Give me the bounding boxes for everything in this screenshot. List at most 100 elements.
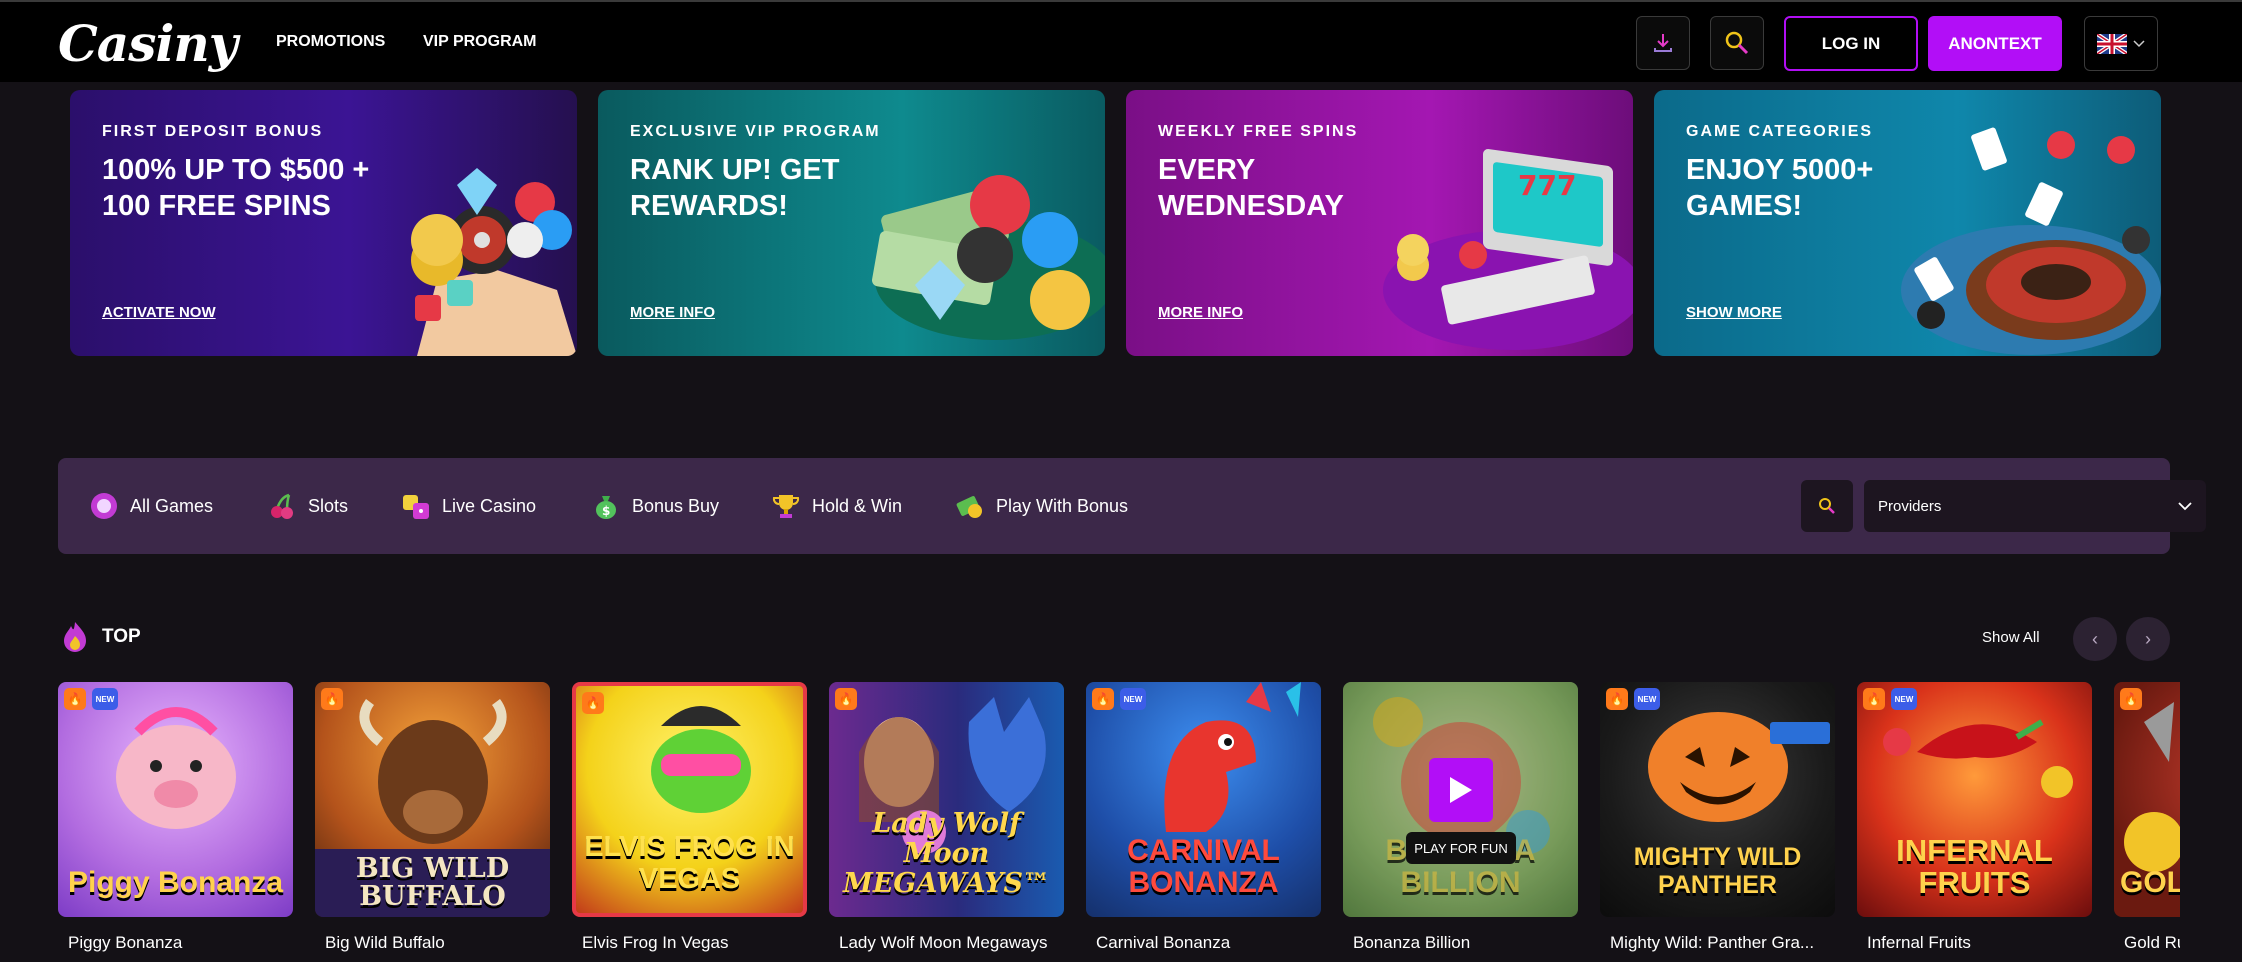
banner-vip-program[interactable]: EXCLUSIVE VIP PROGRAM RANK UP! GET REWAR…	[598, 90, 1105, 356]
section-title-label: TOP	[102, 626, 141, 647]
banner-headline: 100% UP TO $500 + 100 FREE SPINS	[102, 154, 370, 222]
banner-headline: RANK UP! GET REWARDS!	[630, 154, 840, 222]
game-name[interactable]: Lady Wolf Moon Megaways	[839, 933, 1064, 953]
hot-badge-icon: 🔥	[2120, 688, 2142, 710]
more-info-link[interactable]: MORE INFO	[630, 304, 715, 321]
casiny-logo[interactable]: Casiny	[58, 14, 238, 73]
game-art-title: CARNIVAL BONANZA	[1127, 834, 1280, 899]
svg-text:$: $	[602, 504, 610, 518]
more-info-link[interactable]: MORE INFO	[1158, 304, 1243, 321]
game-art-title: BIG WILD BUFFALO	[315, 849, 550, 917]
game-art-title: MIGHTY WILD PANTHER	[1633, 843, 1802, 899]
category-label: All Games	[130, 495, 214, 516]
category-slots[interactable]: Slots	[266, 488, 348, 524]
show-all-link[interactable]: Show All	[1982, 629, 2040, 646]
game-art-title: INFERNAL FRUITS	[1896, 833, 2053, 900]
chevron-down-icon	[2178, 501, 2192, 510]
game-name[interactable]: Gold Ru	[2124, 933, 2180, 953]
banner-first-deposit[interactable]: FIRST DEPOSIT BONUS 100% UP TO $500 + 10…	[70, 90, 577, 356]
game-search-button[interactable]	[1801, 480, 1853, 532]
game-tile[interactable]: Piggy Bonanza 🔥 NEW Piggy Bonanza	[58, 682, 293, 953]
bonus-ticket-icon	[954, 490, 986, 522]
poker-chip-icon	[88, 490, 120, 522]
svg-text:777: 777	[1518, 169, 1576, 202]
search-button[interactable]	[1710, 16, 1764, 70]
trophy-icon	[770, 490, 802, 522]
game-art-title: ELVIS FROG IN VEGAS	[584, 831, 795, 895]
nav-promotions[interactable]: PROMOTIONS	[276, 33, 385, 51]
banner-kicker: FIRST DEPOSIT BONUS	[102, 123, 324, 140]
new-badge: NEW	[1891, 688, 1917, 710]
game-thumbnail[interactable]: INFERNAL FRUITS 🔥 NEW	[1857, 682, 2092, 917]
game-tile[interactable]: BONANZA BILLION PLAY FOR FUN Bonanza Bil…	[1343, 682, 1578, 953]
providers-label: Providers	[1878, 497, 1942, 515]
banner-kicker: EXCLUSIVE VIP PROGRAM	[630, 123, 881, 140]
download-button[interactable]	[1636, 16, 1690, 70]
game-name[interactable]: Elvis Frog In Vegas	[582, 933, 807, 953]
new-badge: NEW	[1120, 688, 1146, 710]
hot-badge-icon: 🔥	[582, 692, 604, 714]
game-art-title: GOL	[2120, 866, 2180, 899]
category-label: Live Casino	[442, 495, 537, 516]
carousel-next-button[interactable]: ›	[2126, 617, 2170, 661]
game-tile[interactable]: CARNIVAL BONANZA 🔥 NEW Carnival Bonanza	[1086, 682, 1321, 953]
hot-badge-icon: 🔥	[1092, 688, 1114, 710]
section-title-top: TOP	[60, 620, 141, 654]
banner-kicker: GAME CATEGORIES	[1686, 123, 1874, 140]
game-thumbnail[interactable]: BIG WILD BUFFALO 🔥	[315, 682, 550, 917]
category-hold-and-win[interactable]: Hold & Win	[770, 488, 902, 524]
game-thumbnail[interactable]: GOL 🔥	[2114, 682, 2180, 917]
game-tile[interactable]: MIGHTY WILD PANTHER 🔥 NEW Mighty Wild: P…	[1600, 682, 1835, 953]
search-icon	[1725, 31, 1749, 55]
game-thumbnail[interactable]: MIGHTY WILD PANTHER 🔥 NEW	[1600, 682, 1835, 917]
category-all-games[interactable]: All Games	[88, 488, 213, 524]
search-icon	[1819, 498, 1835, 514]
register-button[interactable]: ANONTEXT	[1928, 16, 2062, 71]
flame-icon	[64, 622, 86, 652]
login-button[interactable]: LOG IN	[1784, 16, 1918, 71]
category-bonus-buy[interactable]: $ Bonus Buy	[590, 488, 719, 524]
chevron-left-icon: ‹	[2092, 628, 2098, 649]
game-name[interactable]: Bonanza Billion	[1353, 933, 1578, 953]
banner-kicker: WEEKLY FREE SPINS	[1158, 123, 1359, 140]
nav-vip-program[interactable]: VIP PROGRAM	[423, 33, 537, 51]
game-thumbnail[interactable]: Lady Wolf Moon MEGAWAYS™ 🔥	[829, 682, 1064, 917]
chevron-right-icon: ›	[2145, 628, 2151, 649]
banner-weekly-free-spins[interactable]: 777 WEEKLY FREE SPINS EVERY WEDNESDAY MO…	[1126, 90, 1633, 356]
hot-badge-icon: 🔥	[1606, 688, 1628, 710]
play-button[interactable]	[1429, 758, 1493, 822]
banner-game-categories[interactable]: GAME CATEGORIES ENJOY 5000+ GAMES! SHOW …	[1654, 90, 2161, 356]
banner-headline: EVERY WEDNESDAY	[1158, 154, 1344, 222]
category-play-with-bonus[interactable]: Play With Bonus	[954, 488, 1128, 524]
language-selector[interactable]	[2084, 16, 2158, 71]
game-tile[interactable]: BIG WILD BUFFALO 🔥 Big Wild Buffalo	[315, 682, 550, 953]
uk-flag-icon	[2097, 33, 2127, 54]
game-tile[interactable]: INFERNAL FRUITS 🔥 NEW Infernal Fruits	[1857, 682, 2092, 953]
category-label: Bonus Buy	[632, 495, 720, 516]
providers-select[interactable]: Providers	[1864, 480, 2206, 532]
game-name[interactable]: Big Wild Buffalo	[325, 933, 550, 953]
new-badge: NEW	[92, 688, 118, 710]
game-category-bar: All Games Slots Live Casino $ Bonus Buy …	[58, 458, 2206, 554]
game-tile[interactable]: Lady Wolf Moon MEGAWAYS™ 🔥 Lady Wolf Moo…	[829, 682, 1064, 953]
game-art-title: Piggy Bonanza	[67, 866, 284, 899]
game-thumbnail[interactable]: ELVIS FROG IN VEGAS 🔥	[572, 682, 807, 917]
download-icon	[1654, 34, 1672, 52]
game-thumbnail[interactable]: CARNIVAL BONANZA 🔥 NEW	[1086, 682, 1321, 917]
game-thumbnail[interactable]: Piggy Bonanza 🔥 NEW	[58, 682, 293, 917]
game-art-title: Lady Wolf Moon MEGAWAYS™	[842, 808, 1051, 899]
game-name[interactable]: Carnival Bonanza	[1096, 933, 1321, 953]
dice-icon	[400, 490, 432, 522]
activate-now-link[interactable]: ACTIVATE NOW	[102, 304, 216, 321]
carousel-prev-button[interactable]: ‹	[2073, 617, 2117, 661]
game-name[interactable]: Piggy Bonanza	[68, 933, 293, 953]
category-label: Slots	[308, 495, 349, 516]
show-more-link[interactable]: SHOW MORE	[1686, 304, 1782, 321]
game-tile[interactable]: ELVIS FROG IN VEGAS 🔥 Elvis Frog In Vega…	[572, 682, 807, 953]
game-name[interactable]: Infernal Fruits	[1867, 933, 2092, 953]
game-tile[interactable]: GOL 🔥 Gold Ru	[2114, 682, 2180, 953]
game-thumbnail[interactable]: BONANZA BILLION PLAY FOR FUN	[1343, 682, 1578, 917]
game-name[interactable]: Mighty Wild: Panther Gra...	[1610, 933, 1835, 953]
play-for-fun-button[interactable]: PLAY FOR FUN	[1406, 832, 1516, 864]
category-live-casino[interactable]: Live Casino	[400, 488, 536, 524]
